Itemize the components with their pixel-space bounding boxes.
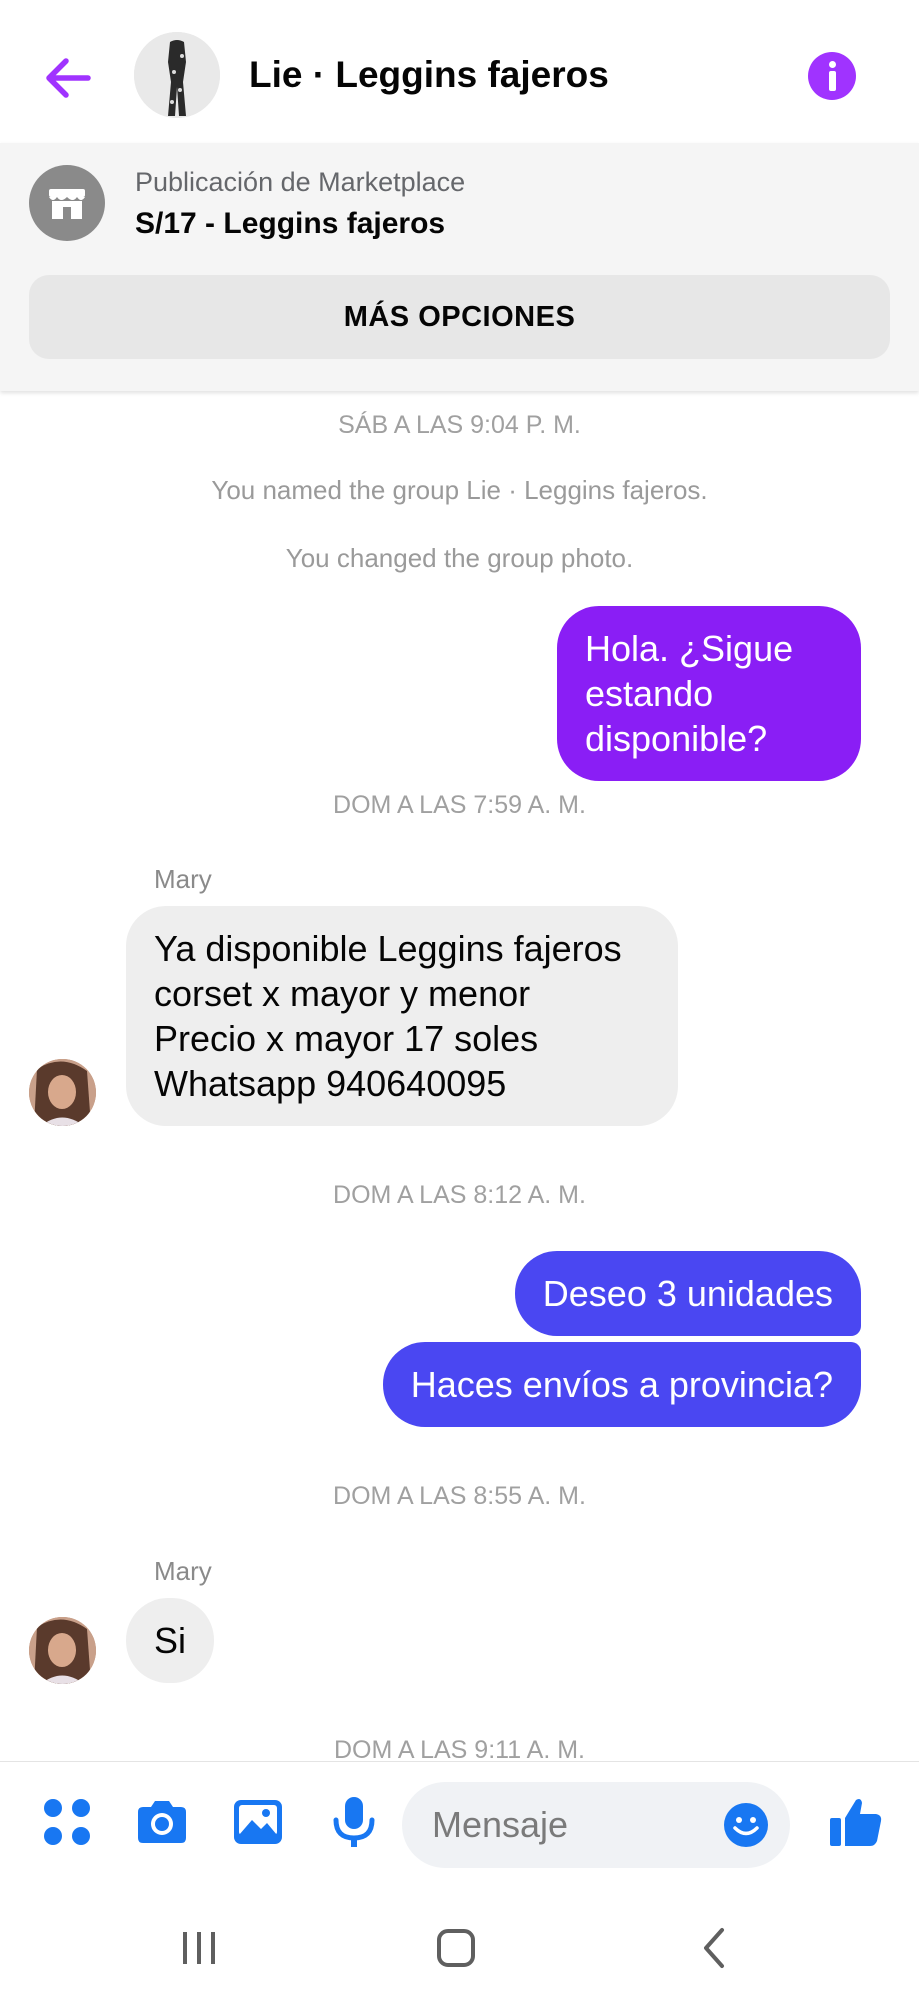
- timestamp: DOM A LAS 9:11 A. M.: [333, 1736, 586, 1761]
- thumbs-up-icon[interactable]: [826, 1792, 886, 1852]
- message-line: corset x mayor y menor: [154, 973, 531, 1014]
- microphone-icon[interactable]: [324, 1792, 384, 1852]
- info-icon[interactable]: [808, 52, 856, 100]
- avatar[interactable]: [29, 1617, 96, 1684]
- timestamp: DOM A LAS 8:55 A. M.: [333, 1482, 586, 1510]
- system-message: You named the group Lie · Leggins fajero…: [211, 475, 708, 505]
- timestamp: DOM A LAS 7:59 A. M.: [333, 791, 586, 819]
- arrow-left-icon[interactable]: [38, 48, 98, 108]
- message-line: Hola. ¿Sigue estando: [585, 628, 794, 714]
- chat-header: Lie · Leggins fajeros: [0, 0, 919, 143]
- system-navbar: [0, 1888, 919, 2000]
- avatar[interactable]: [29, 1059, 96, 1126]
- message-list[interactable]: SÁB A LAS 9:04 P. M. You named the group…: [0, 391, 919, 1761]
- store-icon: [29, 165, 105, 241]
- apps-icon[interactable]: [37, 1792, 97, 1852]
- recent-apps-icon[interactable]: [169, 1918, 229, 1978]
- incoming-message[interactable]: Si: [126, 1598, 215, 1683]
- message-input[interactable]: Mensaje: [402, 1782, 790, 1868]
- home-icon[interactable]: [426, 1918, 486, 1978]
- timestamp: SÁB A LAS 9:04 P. M.: [338, 411, 581, 439]
- image-icon[interactable]: [228, 1792, 288, 1852]
- outgoing-message[interactable]: Hola. ¿Sigue estando disponible?: [557, 606, 861, 781]
- outgoing-message[interactable]: Deseo 3 unidades: [514, 1251, 861, 1336]
- marketplace-panel: Publicación de Marketplace S/17 - Leggin…: [0, 143, 919, 391]
- back-icon[interactable]: [684, 1918, 744, 1978]
- message-line: Whatsapp 940640095: [154, 1063, 507, 1104]
- sender-name: Mary: [154, 1556, 212, 1586]
- listing-title[interactable]: S/17 - Leggins fajeros: [135, 207, 445, 241]
- emoji-icon[interactable]: [722, 1801, 770, 1849]
- system-message: You changed the group photo.: [285, 543, 634, 573]
- marketplace-label: Publicación de Marketplace: [135, 167, 466, 197]
- message-input-placeholder: Mensaje: [432, 1804, 569, 1845]
- outgoing-message[interactable]: Haces envíos a provincia?: [382, 1342, 861, 1427]
- message-line: Ya disponible Leggins fajeros: [154, 928, 622, 969]
- chat-title[interactable]: Lie · Leggins fajeros: [249, 54, 609, 96]
- more-options-button[interactable]: MÁS OPCIONES: [29, 275, 890, 359]
- group-avatar[interactable]: [134, 32, 220, 118]
- timestamp: DOM A LAS 8:12 A. M.: [333, 1181, 586, 1209]
- group-photo-image: [134, 32, 220, 118]
- camera-icon[interactable]: [132, 1792, 192, 1852]
- message-composer: Mensaje: [0, 1761, 919, 1888]
- message-line: disponible?: [585, 718, 768, 759]
- message-line: Precio x mayor 17 soles: [154, 1018, 539, 1059]
- incoming-message[interactable]: Ya disponible Leggins fajeros corset x m…: [126, 906, 678, 1126]
- sender-name: Mary: [154, 864, 212, 894]
